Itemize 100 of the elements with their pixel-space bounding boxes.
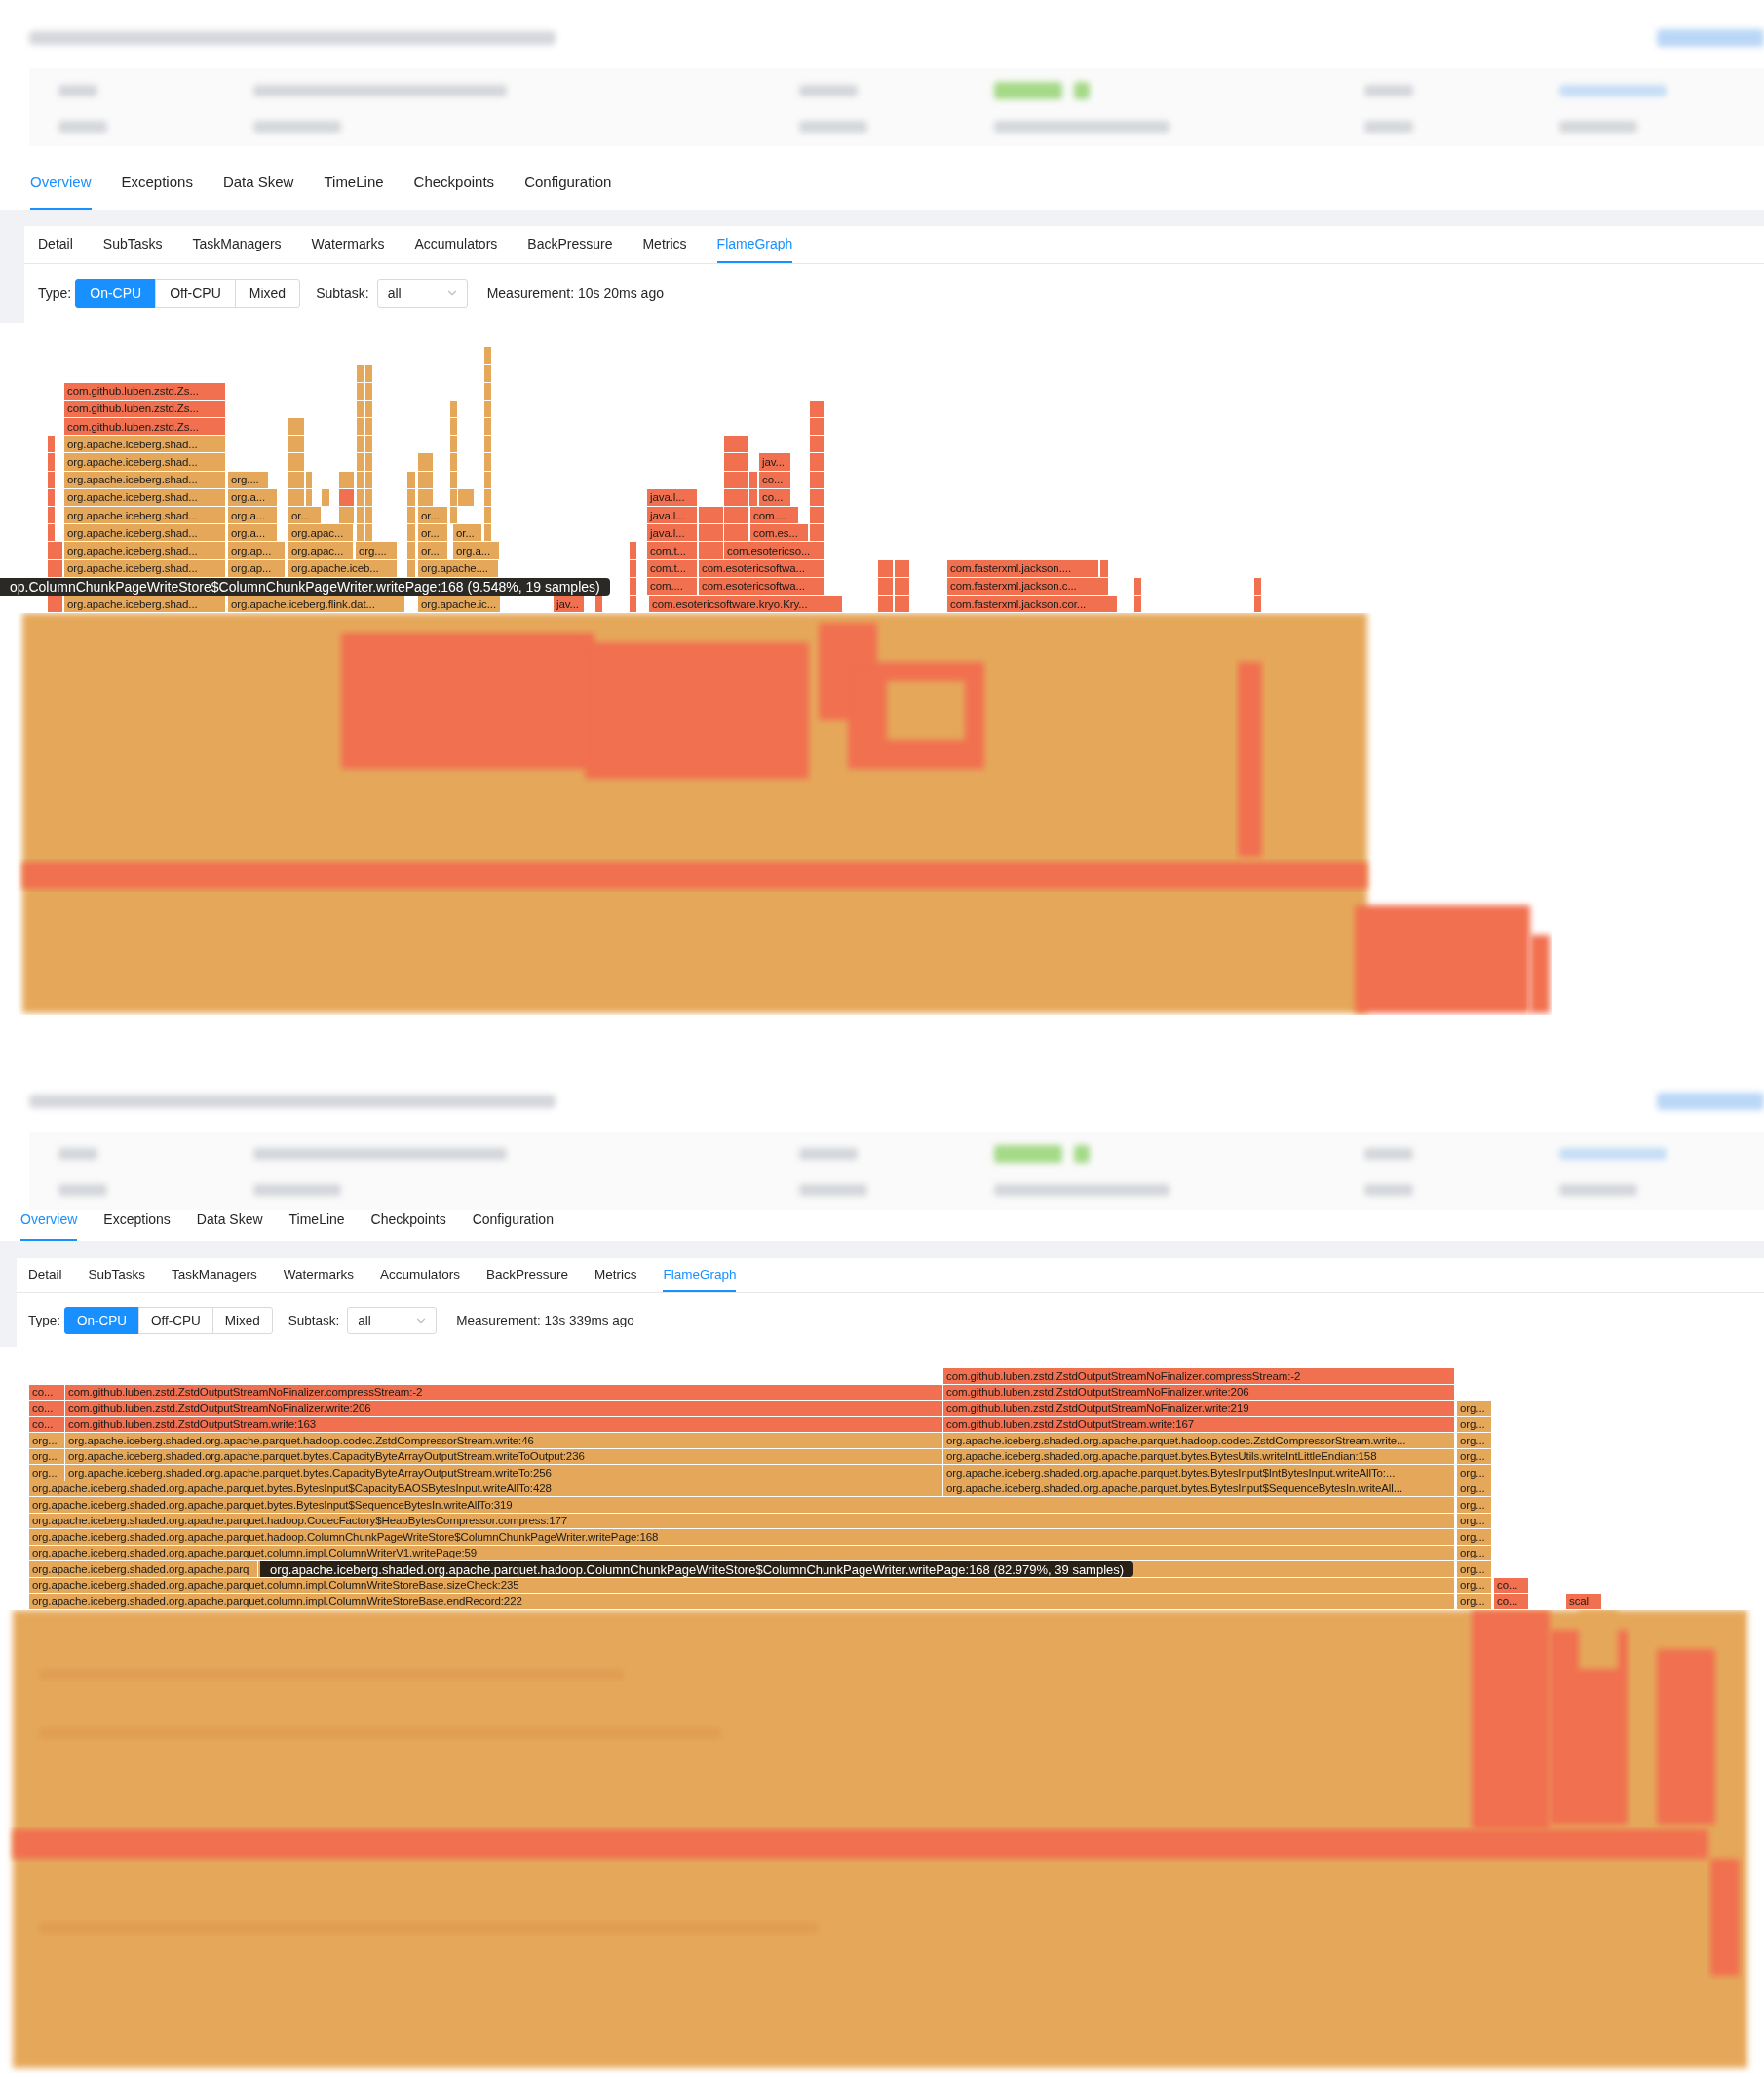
flame-frame[interactable]: org... <box>29 1465 65 1481</box>
flame-frame[interactable]: org... <box>1457 1561 1492 1577</box>
page-tab[interactable]: TimeLine <box>288 1200 345 1241</box>
flame-frame[interactable]: org.apache.iceberg.shad... <box>64 524 226 542</box>
type-option[interactable]: Mixed <box>211 1306 273 1334</box>
flame-frame[interactable]: org.apache.iceberg.shaded.org.apache.parquet.hadoop.ColumnChunkPageWriteStore$ColumnChunkPageWriter.writePage:168 <box>29 1529 1455 1545</box>
flame-frame[interactable]: org.apac... <box>288 542 354 559</box>
flame-frame[interactable]: com.github.luben.zstd.Zs... <box>64 418 226 436</box>
flame-frame[interactable]: org.apache.iceberg.shad... <box>64 488 226 506</box>
sub-tab[interactable]: Metrics <box>594 1258 637 1292</box>
sub-tab[interactable]: TaskManagers <box>172 1258 257 1292</box>
flame-frame[interactable]: or... <box>418 524 448 542</box>
subtask-select[interactable]: all <box>376 279 468 308</box>
page-tab[interactable]: Checkpoints <box>413 156 495 210</box>
flame-frame[interactable]: org.apache.iceberg.shaded.org.apache.parquet.bytes.BytesInput$SequenceBytesIn.writeAllTo:319 <box>29 1497 1455 1513</box>
flame-frame[interactable]: org.ap... <box>228 559 286 577</box>
flame-frame[interactable]: or... <box>418 507 448 524</box>
sub-tab[interactable]: TaskManagers <box>192 226 282 263</box>
flame-frame[interactable]: com.github.luben.zstd.ZstdOutputStreamNoFinalizer.compressStream:-2 <box>943 1368 1455 1384</box>
flame-frame[interactable]: com.esotericsoftware.kryo.Kry... <box>649 596 843 613</box>
flame-frame[interactable]: org.apache.iceberg.shaded.org.apache.parquet.hadoop.codec.ZstdCompressorStream.write... <box>943 1433 1455 1448</box>
page-tab[interactable]: Exceptions <box>103 1200 171 1241</box>
flame-frame[interactable]: org.apache.iceberg.shaded.org.apache.parquet.bytes.BytesInput$CapacityBAOSBytesInput.writeAllTo:428 <box>29 1481 943 1496</box>
flame-frame[interactable]: org... <box>1457 1497 1492 1513</box>
page-tab[interactable]: Configuration <box>524 156 612 210</box>
flame-frame[interactable]: com.github.luben.zstd.Zs... <box>64 382 226 400</box>
flame-frame[interactable]: org.apache.iceberg.shaded.org.apache.parquet.bytes.CapacityByteArrayOutputStream.writeTo:256 <box>65 1465 943 1481</box>
flame-frame[interactable]: org.... <box>356 542 398 559</box>
flame-frame[interactable]: org... <box>1457 1594 1492 1609</box>
sub-tab[interactable]: Watermarks <box>311 226 385 263</box>
flame-frame[interactable]: org... <box>1457 1433 1492 1448</box>
flame-frame[interactable]: com.github.luben.zstd.ZstdOutputStreamNoFinalizer.write:219 <box>943 1401 1455 1416</box>
flame-frame[interactable]: java.l... <box>647 524 698 542</box>
flame-frame[interactable]: org.apache.iceberg.shaded.org.apache.parquet.bytes.BytesInput$IntBytesInput.writeAllTo:... <box>943 1465 1455 1481</box>
flame-frame[interactable]: org... <box>1457 1577 1492 1593</box>
flame-frame[interactable]: co... <box>29 1384 65 1400</box>
flame-frame[interactable]: org... <box>1457 1416 1492 1432</box>
flame-frame[interactable]: co... <box>759 488 791 506</box>
flame-frame[interactable]: com.fasterxml.jackson.c... <box>947 577 1109 595</box>
flame-frame[interactable]: com.... <box>647 577 698 595</box>
flame-frame[interactable]: com.github.luben.zstd.Zs... <box>64 400 226 417</box>
flame-frame[interactable]: org... <box>1457 1401 1492 1416</box>
type-option[interactable]: Mixed <box>234 279 301 308</box>
flame-frame[interactable]: scal <box>1566 1594 1602 1609</box>
flame-frame[interactable]: org.apache.... <box>418 559 499 577</box>
type-option[interactable]: Off-CPU <box>138 1306 213 1334</box>
flame-frame[interactable]: com.fasterxml.jackson.cor... <box>947 596 1118 613</box>
flame-frame[interactable]: co... <box>1494 1577 1529 1593</box>
flame-frame[interactable]: or... <box>418 542 448 559</box>
flame-frame[interactable]: org.a... <box>453 542 500 559</box>
page-tab[interactable]: Exceptions <box>121 156 193 210</box>
flame-frame[interactable]: com.esotericsoftwa... <box>699 577 825 595</box>
flame-frame[interactable]: org.ap... <box>228 542 286 559</box>
flame-frame[interactable]: org.apache.iceberg.shad... <box>64 471 226 488</box>
flame-frame[interactable]: org.apache.iceberg.shaded.org.apache.parquet.hadoop.codec.ZstdCompressorStream.write:46 <box>65 1433 943 1448</box>
subtask-select[interactable]: all <box>347 1306 438 1334</box>
flame-frame[interactable]: org.... <box>228 471 269 488</box>
flame-frame[interactable]: org... <box>1457 1465 1492 1481</box>
flame-frame[interactable]: com.es... <box>750 524 809 542</box>
flame-frame[interactable]: org.apache.iceberg.shad... <box>64 596 226 613</box>
flame-frame[interactable]: org... <box>1457 1545 1492 1560</box>
flame-frame[interactable]: com.fasterxml.jackson.... <box>947 559 1099 577</box>
flame-frame[interactable]: or... <box>288 507 322 524</box>
flame-frame[interactable]: java.l... <box>647 507 698 524</box>
flame-frame[interactable]: or... <box>453 524 482 542</box>
flame-frame[interactable]: org... <box>1457 1448 1492 1464</box>
flame-frame[interactable]: org.apache.iceberg.flink.dat... <box>228 596 405 613</box>
flame-frame[interactable]: org.a... <box>228 524 278 542</box>
flame-frame[interactable]: jav... <box>759 453 791 471</box>
sub-tab[interactable]: Metrics <box>642 226 687 263</box>
sub-tab[interactable]: Accumulators <box>380 1258 460 1292</box>
sub-tab[interactable]: BackPressure <box>485 1258 568 1292</box>
flame-frame[interactable]: org.apache.iceberg.shad... <box>64 453 226 471</box>
flame-frame[interactable]: com.... <box>750 507 799 524</box>
page-tab[interactable]: Configuration <box>472 1200 554 1241</box>
flame-frame[interactable]: com.github.luben.zstd.ZstdOutputStreamNoFinalizer.compressStream:-2 <box>65 1384 943 1400</box>
page-tab[interactable]: TimeLine <box>324 156 384 210</box>
page-tab[interactable]: Data Skew <box>222 156 294 210</box>
flame-frame[interactable]: org... <box>1457 1513 1492 1528</box>
flame-frame[interactable]: java.l... <box>647 488 698 506</box>
flame-frame[interactable]: org.apache.iceberg.shad... <box>64 559 226 577</box>
flame-frame[interactable]: org.apache.iceberg.shaded.org.apache.parq <box>29 1561 258 1577</box>
sub-tab[interactable]: Detail <box>38 226 73 263</box>
flame-frame[interactable]: org... <box>29 1433 65 1448</box>
flame-frame[interactable]: co... <box>29 1416 65 1432</box>
sub-tab[interactable]: Accumulators <box>414 226 498 263</box>
flame-frame[interactable]: org.apache.iceberg.shaded.org.apache.parquet.column.impl.ColumnWriteStoreBase.sizeCheck:235 <box>29 1577 1455 1593</box>
flame-frame[interactable]: org.apache.iceberg.shaded.org.apache.parquet.bytes.CapacityByteArrayOutputStream.writeToOutput:236 <box>65 1448 943 1464</box>
flame-frame[interactable]: com.t... <box>647 542 698 559</box>
flame-frame[interactable]: org... <box>1457 1529 1492 1545</box>
flame-frame[interactable]: com.github.luben.zstd.ZstdOutputStream.write:167 <box>943 1416 1455 1432</box>
flame-frame[interactable]: org.apache.iceberg.shaded.org.apache.parquet.column.impl.ColumnWriteStoreBase.endRecord:222 <box>29 1594 1455 1609</box>
sub-tab[interactable]: Detail <box>28 1258 62 1292</box>
flame-frame[interactable]: org.apache.iceberg.shaded.org.apache.parquet.hadoop.CodecFactory$HeapBytesCompressor.compress:177 <box>29 1513 1455 1528</box>
flame-frame[interactable]: org.apache.iceberg.shad... <box>64 507 226 524</box>
page-tab[interactable]: Checkpoints <box>370 1200 446 1241</box>
flame-frame[interactable]: org... <box>29 1448 65 1464</box>
flame-frame[interactable]: org.apache.iceberg.shad... <box>64 436 226 453</box>
sub-tab[interactable]: SubTasks <box>88 1258 146 1292</box>
flame-frame[interactable]: org.a... <box>228 488 278 506</box>
